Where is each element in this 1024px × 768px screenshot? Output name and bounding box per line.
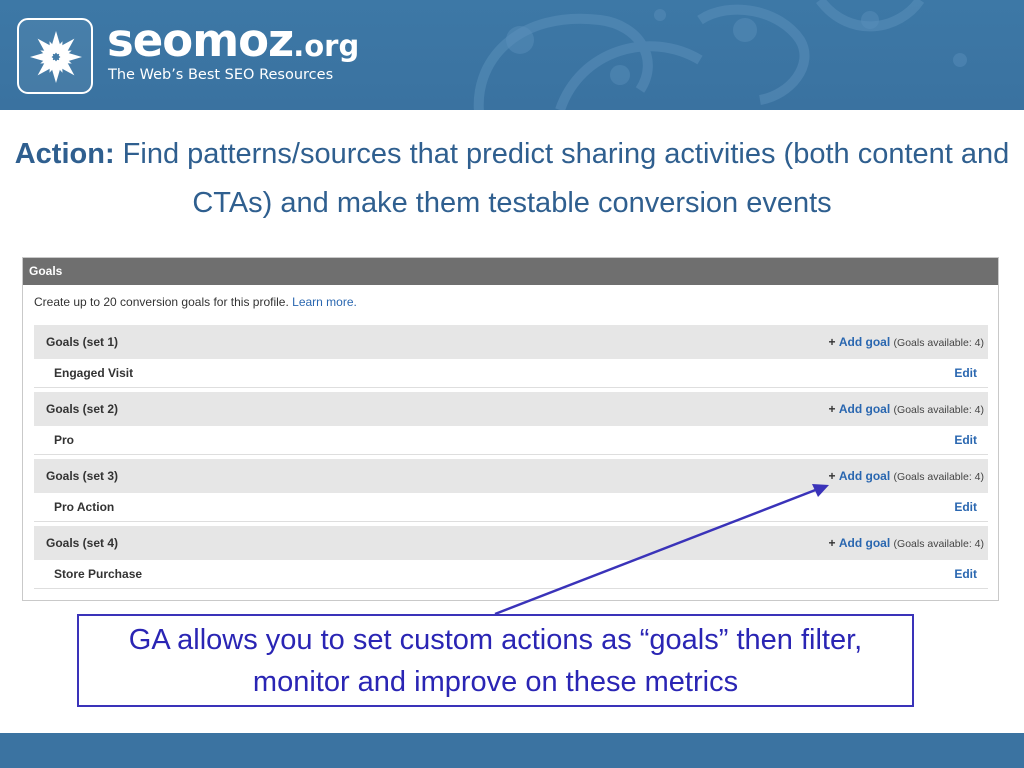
footer-band — [0, 733, 1024, 768]
callout-box: GA allows you to set custom actions as “… — [77, 614, 914, 707]
